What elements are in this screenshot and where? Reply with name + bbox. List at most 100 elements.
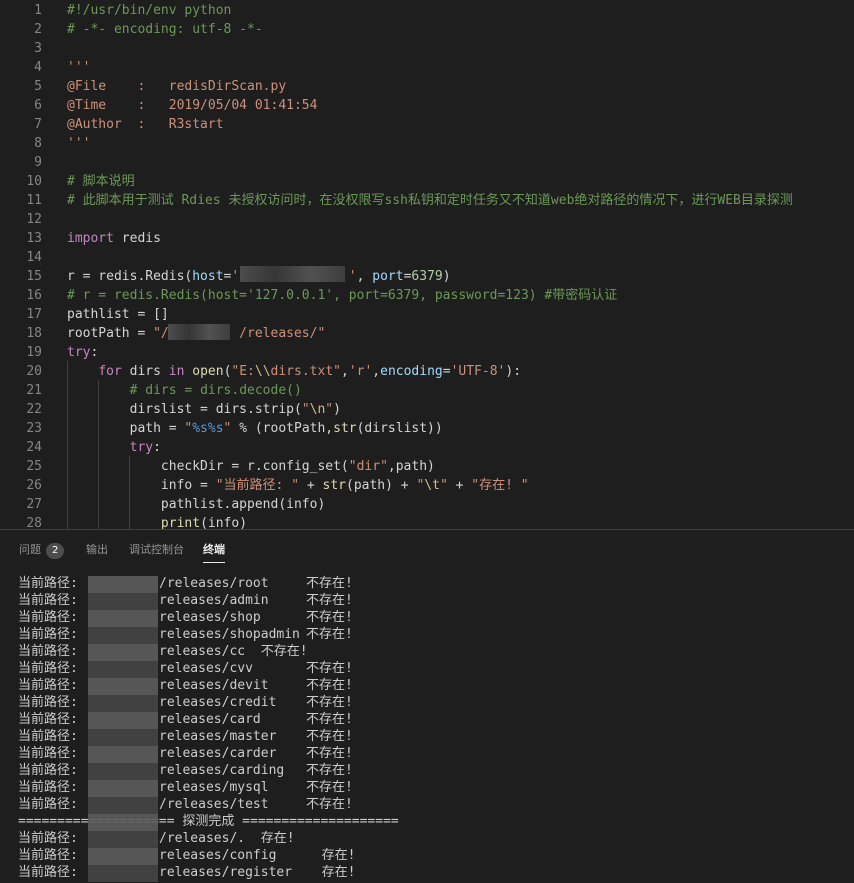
line-number: 12	[26, 212, 42, 227]
code-token: dirs.txt"	[270, 364, 341, 379]
line-number: 7	[34, 117, 42, 132]
scan-status: 不存在!	[306, 763, 353, 778]
redacted-host	[240, 266, 345, 282]
scan-status: 不存在!	[306, 746, 353, 761]
line-number: 8	[34, 136, 42, 151]
tab-problems[interactable]: 问题 2	[19, 541, 65, 559]
code-token: checkDir = r.config_set(	[67, 459, 349, 474]
path-prefix: 当前路径:	[18, 712, 78, 727]
code-line: 19 try:	[0, 343, 854, 362]
code-token: "dir"	[348, 459, 388, 474]
code-token: ,	[372, 364, 381, 379]
code-token: '''	[67, 136, 91, 151]
code-line: 25 checkDir = r.config_set("dir",path)	[0, 457, 854, 476]
code-text: # 此脚本用于测试 Rdies 未授权访问时，在没权限写ssh私钥和定时任务又不…	[67, 191, 793, 210]
line-number: 11	[26, 193, 42, 208]
code-token: 6379	[411, 269, 443, 284]
path-prefix: 当前路径:	[18, 576, 78, 591]
line-number: 4	[34, 60, 42, 75]
tab-terminal[interactable]: 终端	[203, 541, 225, 563]
code-line: 11 # 此脚本用于测试 Rdies 未授权访问时，在没权限写ssh私钥和定时任务…	[0, 191, 854, 210]
code-line: 24 try:	[0, 438, 854, 457]
code-token: %s%s	[192, 421, 224, 436]
scan-status: 不存在!	[306, 678, 353, 693]
line-number: 10	[26, 174, 42, 189]
code-token: :	[90, 345, 99, 360]
scan-status: 不存在!	[306, 593, 353, 608]
scan-status: 不存在!	[306, 729, 353, 744]
code-line: 5 @File : redisDirScan.py	[0, 77, 854, 96]
code-token: "	[325, 402, 334, 417]
code-token: in	[168, 364, 185, 379]
code-token: % (rootPath,	[231, 421, 334, 436]
scanned-path: releases/cc 不存在!	[159, 644, 308, 659]
line-number: 17	[26, 307, 42, 322]
code-text: print(info)	[67, 514, 247, 529]
code-line: 2 # -*- encoding: utf-8 -*-	[0, 20, 854, 39]
code-text: pathlist = []	[67, 305, 169, 324]
code-token: "	[439, 478, 448, 493]
scanned-path: releases/cvv	[159, 661, 253, 676]
scanned-path: releases/devit	[159, 678, 269, 693]
code-text: path = "%s%s" % (rootPath,str(dirslist))	[67, 419, 443, 438]
scanned-path: releases/credit	[159, 695, 277, 710]
scan-status: 不存在!	[306, 627, 353, 642]
code-editor[interactable]: 1 #!/usr/bin/env python 2 # -*- encoding: u…	[0, 0, 854, 529]
code-text: @Author : R3start	[67, 115, 224, 134]
code-token: # r = redis.Redis(host='127.0.0.1', port…	[67, 288, 618, 303]
code-token: path =	[67, 421, 185, 436]
tab-output[interactable]: 输出	[86, 541, 108, 557]
code-token: # dirs = dirs.decode()	[129, 383, 302, 398]
scan-status: 不存在!	[306, 576, 353, 591]
code-token: print	[160, 516, 201, 529]
code-text: info = "当前路径: " + str(path) + "\t" + "存在…	[67, 476, 529, 495]
scanned-path: releases/mysql	[159, 780, 269, 795]
code-token: dirs	[121, 364, 169, 379]
code-line: 13 import redis	[0, 229, 854, 248]
code-text: dirslist = dirs.strip("\n")	[67, 400, 341, 419]
code-token: # 脚本说明	[67, 174, 135, 189]
code-token: +	[447, 478, 472, 493]
scan-status: 不存在!	[306, 661, 353, 676]
code-token: )	[333, 402, 341, 417]
path-prefix: 当前路径:	[18, 593, 78, 608]
code-line: 3	[0, 39, 854, 58]
code-token: import	[67, 231, 114, 246]
code-line: 7 @Author : R3start	[0, 115, 854, 134]
code-line: 17 pathlist = []	[0, 305, 854, 324]
line-number: 26	[26, 478, 42, 493]
line-number: 13	[26, 231, 42, 246]
code-token: ,	[356, 269, 373, 284]
path-prefix: 当前路径:	[18, 797, 78, 812]
line-number: 28	[26, 516, 42, 529]
code-text: #!/usr/bin/env python	[67, 1, 231, 20]
code-token: ,path)	[387, 459, 435, 474]
code-text: import redis	[67, 229, 161, 248]
tab-debug-console[interactable]: 调试控制台	[129, 541, 184, 557]
code-token: "E:	[231, 364, 255, 379]
path-prefix: 当前路径:	[18, 644, 78, 659]
code-token: open	[192, 364, 224, 379]
line-number: 25	[26, 459, 42, 474]
code-token: host	[192, 269, 224, 284]
code-line: 28 print(info)	[0, 514, 854, 529]
scan-status: 不存在!	[306, 610, 353, 625]
scan-status: 存在!	[306, 865, 356, 880]
line-number: 5	[34, 79, 42, 94]
tab-label: 问题	[19, 543, 41, 556]
code-token: try	[67, 345, 91, 360]
line-number: 22	[26, 402, 42, 417]
scanned-path: releases/carding	[159, 763, 285, 778]
code-token: pathlist = []	[67, 307, 169, 322]
panel-tabs: 问题 2 输出 调试控制台 终端	[0, 530, 854, 568]
code-token: pathlist.append(info)	[67, 497, 326, 512]
code-text: # r = redis.Redis(host='127.0.0.1', port…	[67, 286, 617, 305]
tab-label: 输出	[86, 543, 108, 556]
line-number: 18	[26, 326, 42, 341]
line-number: 19	[26, 345, 42, 360]
scanned-path: releases/shop	[159, 610, 261, 625]
tab-label: 调试控制台	[129, 543, 184, 556]
path-prefix: 当前路径:	[18, 763, 78, 778]
